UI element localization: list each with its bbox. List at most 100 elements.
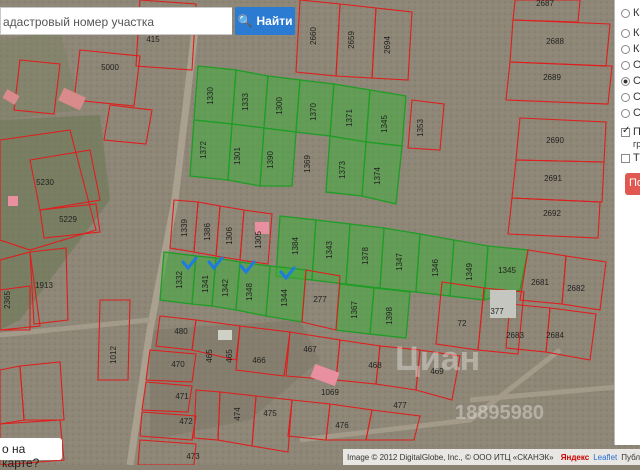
parcel-number-label: 1333 [241,93,250,111]
parcel-number-label: 2689 [543,73,561,82]
parcel-number-label: 1339 [180,219,189,237]
parcel-number-label: 1390 [266,151,275,169]
parcel-number-label: 465 [225,349,234,363]
parcel-number-label: 470 [171,360,185,369]
parcel-number-label: 2659 [347,31,356,49]
parcel-number-label: 1913 [35,281,53,290]
parcel-number-label: 1305 [254,231,263,249]
location-question[interactable]: о на карте? [0,438,62,470]
parcel-number-label: 1300 [275,97,284,115]
parcel-number-label: 1069 [321,388,339,397]
radio-icon [621,108,630,118]
attribution-text: Image © 2012 DigitalGlobe, Inc., © ООО И… [347,452,554,462]
leaflet-link[interactable]: Leaflet [593,453,617,462]
radio-icon [621,28,630,38]
search-button[interactable]: 🔍 Найти [235,7,295,35]
parcel-number-label: 2660 [309,27,318,45]
parcel-number-label: 476 [335,421,349,430]
parcel-number-label: 2365 [3,291,12,309]
parcel-number-label: 468 [368,361,382,370]
parcel-number-label: 1301 [233,147,242,165]
apply-button[interactable]: По [625,173,640,195]
parcel-number-label: 1345 [498,266,516,275]
radio-icon [621,44,630,54]
parcel-number-label: 1370 [309,103,318,121]
radio-icon [621,92,630,102]
radio-selected-icon [621,76,630,86]
parcel-number-label: 277 [313,295,327,304]
parcel-number-label: 1345 [380,115,389,133]
parcel-number-label: 1341 [201,275,210,293]
yandex-logo: Яндекс [560,452,590,462]
parcel-number-label: 466 [252,356,266,365]
parcel-number-label: 1346 [431,259,440,277]
parcel-number-label: 1373 [338,161,347,179]
parcel-number-label: 2691 [544,174,562,183]
parcel-number-label: 2682 [567,284,585,293]
parcel-number-label: 1384 [291,237,300,255]
parcel-number-label: 477 [393,401,407,410]
parcel-number-label: 72 [458,319,467,328]
layer-option-4[interactable]: Сп [621,74,640,88]
parcel-number-label: 1348 [245,283,254,301]
parcel-number-label: 472 [179,417,193,426]
attribution-bar: Image © 2012 DigitalGlobe, Inc., © ООО И… [343,449,640,465]
cadastral-search-input[interactable]: адастровый номер участка [0,7,232,35]
parcel-number-label: 467 [303,345,317,354]
parcel-number-label: 1398 [385,307,394,325]
parcel-number-label: 1386 [203,223,212,241]
parcel-number-label: 1349 [465,263,474,281]
parcel-number-label: 475 [263,409,277,418]
checkbox-2-label: Т [633,152,640,164]
parcel-number-label: 5000 [101,63,119,72]
parcel-number-label: 1371 [345,109,354,127]
parcel-number-label: 5230 [36,178,54,187]
checkbox-1[interactable] [621,125,630,137]
checkbox-1-caption: гр [633,139,640,149]
radio-icon [621,8,630,18]
search-button-label: Найти [256,14,293,28]
layer-option-2[interactable]: Ка [621,42,640,56]
layer-option-3[interactable]: Ор [621,58,640,72]
parcel-number-label: 2683 [506,331,524,340]
search-icon: 🔍 [237,14,253,28]
parcel-number-label: 377 [490,307,504,316]
parcel-number-label: 2690 [546,136,564,145]
layer-option-6[interactable]: Сп [621,106,640,120]
parcel-number-label: 1353 [416,119,425,137]
cadastral-map[interactable]: 2687 2688 2689 2690 2691 2692 2681 2682 2683 2684… [0,0,640,465]
checkbox-1-label: П [633,126,640,138]
parcel-number-label: 2681 [531,278,549,287]
parcel-number-label: 1344 [280,289,289,307]
checkbox-2[interactable] [621,154,630,163]
layer-panel: Ка Ка Ка Ор Сп Сп Сп П гр Т По [614,0,640,445]
watermark-phone: 18895980 [455,402,544,424]
parcel-number-label: 473 [186,452,200,461]
pub-link[interactable]: Публ [621,453,640,462]
parcel-number-label: 480 [174,327,188,336]
parcel-number-label: 1374 [373,167,382,185]
parcel-number-label: 2687 [536,0,554,8]
radio-icon [621,60,630,70]
parcel-number-label: 1012 [109,346,118,364]
parcel-number-label: 1343 [325,241,334,259]
parcel-number-label: 1372 [199,141,208,159]
parcel-number-label: 471 [175,392,189,401]
parcel-number-label: 1347 [395,253,404,271]
parcel-number-label: 2688 [546,37,564,46]
parcel-number-label: 5229 [59,215,77,224]
layer-option-1[interactable]: Ка [621,26,640,40]
parcel-number-label: 1369 [303,155,312,173]
parcel-number-label: 2692 [543,209,561,218]
parcel-number-label: 1330 [206,87,215,105]
parcel-number-label: 2684 [546,331,564,340]
parcel-number-label: 1332 [175,271,184,289]
layer-option-0[interactable]: Ка [621,6,640,20]
parcel-number-label: 1306 [225,227,234,245]
parcel-number-label: 474 [233,407,242,421]
parcel-number-label: 465 [205,349,214,363]
parcel-number-label: 1367 [350,301,359,319]
parcel-number-label: 1342 [221,279,230,297]
parcel-number-label: 415 [146,35,160,44]
layer-option-5[interactable]: Сп [621,90,640,104]
